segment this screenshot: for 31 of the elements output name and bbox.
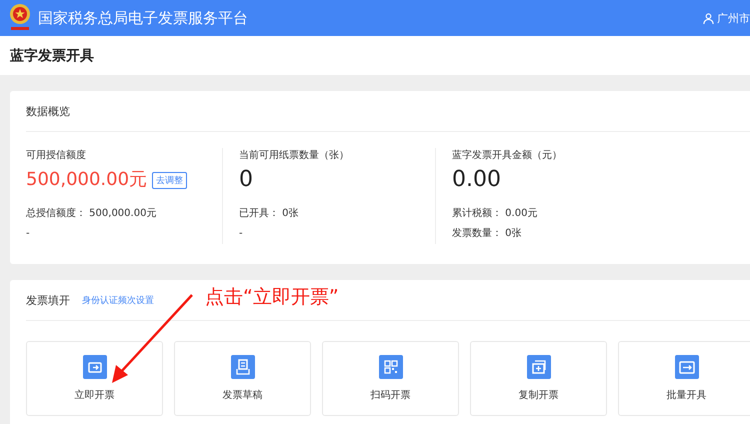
function-tile[interactable]: 发票草稿 xyxy=(174,341,311,416)
emblem-logo xyxy=(8,3,32,33)
stat-value: 0.00 xyxy=(452,166,501,194)
platform-title: 国家税务总局电子发票服务平台 xyxy=(38,8,248,28)
function-tile[interactable]: 复制开票 xyxy=(470,341,607,416)
stat-value: 0 xyxy=(239,166,253,194)
adjust-button[interactable]: 去调整 xyxy=(152,172,188,188)
user-region[interactable]: 广州市 xyxy=(717,10,750,26)
stat-detail: 已开具： 0张 xyxy=(239,206,300,221)
stat-label: 可用授信额度 xyxy=(26,148,87,162)
stat-label: 当前可用纸票数量（张） xyxy=(239,148,350,162)
annotation-text: 点击“立即开票” xyxy=(205,285,339,310)
user-icon xyxy=(703,12,714,24)
qr-icon xyxy=(378,355,402,379)
function-tile[interactable]: 立即开票 xyxy=(26,341,163,416)
draft-icon xyxy=(230,355,254,379)
stat-label: 蓝字发票开具金额（元） xyxy=(452,148,563,162)
section-title: 发票填开 xyxy=(26,292,70,308)
stat-detail: 累计税额： 0.00元 xyxy=(452,206,538,221)
stat-detail: 总授信额度： 500,000.00元 xyxy=(26,206,158,221)
stat-detail: - xyxy=(26,227,31,241)
stat-detail: 发票数量： 0张 xyxy=(452,226,523,241)
settings-link[interactable]: 身份认证频次设置 xyxy=(82,294,154,306)
page-title: 蓝字发票开具 xyxy=(10,46,94,64)
function-tile[interactable]: 扫码开票 xyxy=(322,341,459,416)
copy-icon xyxy=(526,355,550,379)
stat-detail: - xyxy=(239,227,244,241)
batch-icon xyxy=(674,355,698,379)
function-tile[interactable]: 批量开具 xyxy=(618,341,750,416)
stat-value: 500,000.00元 xyxy=(26,168,148,192)
section-title: 数据概览 xyxy=(26,104,70,118)
